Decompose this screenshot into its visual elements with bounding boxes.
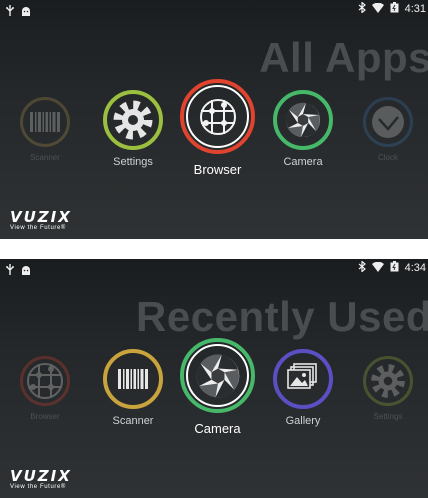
app-label: Scanner [30, 153, 60, 162]
globe-icon [199, 98, 236, 135]
app-ring [20, 356, 70, 406]
app-settings[interactable]: Settings [103, 90, 163, 168]
all-apps-screen: 4:31 All Apps Scanner Settings Browser C… [0, 0, 428, 239]
brand-tagline: View the Future® [10, 225, 66, 231]
globe-icon [27, 363, 63, 399]
app-label: Camera [283, 156, 323, 168]
android-icon [21, 3, 31, 21]
app-browser[interactable]: Browser [20, 356, 70, 421]
app-clock[interactable]: Clock [363, 97, 413, 162]
battery-icon [390, 261, 399, 275]
app-label: Gallery [285, 415, 321, 427]
vuzix-logo: VUZIX View the Future® [10, 208, 72, 231]
app-ring [180, 338, 255, 413]
app-ring [180, 79, 255, 154]
wifi-icon [371, 2, 384, 16]
app-ring [20, 97, 70, 147]
gear-icon [369, 362, 407, 400]
status-bar: 4:31 [0, 0, 428, 20]
barcode-icon [118, 369, 148, 389]
gear-icon [111, 98, 155, 142]
recently-used-screen: 4:34 Recently Used Browser Scanner Camer… [0, 259, 428, 498]
android-icon [21, 262, 31, 280]
page-title: Recently Used [136, 293, 428, 340]
brand-name: VUZIX [10, 208, 72, 226]
app-label: Scanner [112, 415, 154, 427]
usb-icon [6, 262, 14, 280]
bluetooth-icon [358, 260, 366, 275]
aperture-icon [285, 102, 320, 138]
clock-icon [370, 104, 406, 140]
app-label: Browser [30, 412, 60, 421]
app-ring [103, 90, 163, 150]
clock-time: 4:34 [404, 262, 426, 274]
app-camera[interactable]: Camera [273, 90, 333, 168]
brand-name: VUZIX [10, 467, 72, 485]
app-scanner[interactable]: Scanner [103, 349, 163, 427]
app-ring [273, 349, 333, 409]
app-label: Camera [194, 421, 241, 436]
app-ring [273, 90, 333, 150]
app-camera-selected[interactable]: Camera [180, 338, 255, 436]
vuzix-logo: VUZIX View the Future® [10, 467, 72, 490]
wifi-icon [371, 261, 384, 275]
status-bar: 4:34 [0, 259, 428, 279]
app-ring [363, 97, 413, 147]
app-label: Settings [113, 156, 153, 168]
app-scanner[interactable]: Scanner [20, 97, 70, 162]
app-label: Browser [193, 162, 242, 177]
battery-icon [390, 2, 399, 16]
barcode-icon [30, 112, 60, 132]
app-gallery[interactable]: Gallery [273, 349, 333, 427]
brand-tagline: View the Future® [10, 484, 66, 490]
app-label: Clock [377, 153, 398, 162]
usb-icon [6, 3, 14, 21]
picture-icon [287, 363, 317, 389]
app-label: Settings [373, 412, 403, 421]
page-title: All Apps [259, 34, 428, 81]
app-ring [103, 349, 163, 409]
aperture-icon [196, 353, 239, 397]
app-ring [363, 356, 413, 406]
clock-time: 4:31 [404, 3, 426, 15]
app-browser-selected[interactable]: Browser [180, 79, 255, 177]
app-settings[interactable]: Settings [363, 356, 413, 421]
bluetooth-icon [358, 1, 366, 16]
